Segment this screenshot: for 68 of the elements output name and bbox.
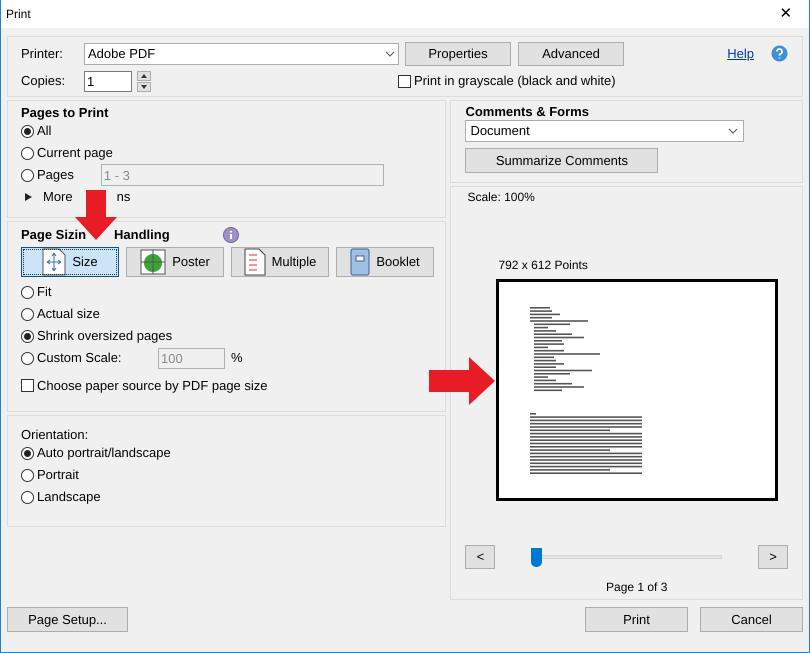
radio-label: Portrait: [37, 466, 79, 484]
page-indicator: Page 1 of 3: [606, 579, 668, 596]
radio-button[interactable]: [21, 146, 34, 160]
chevron-down-icon: [728, 128, 738, 134]
scale-label: Scale: 100%: [467, 189, 536, 206]
section-title: Comments & Forms: [465, 103, 590, 120]
right-arrow-icon: [429, 357, 495, 405]
window-title: Print: [6, 6, 31, 23]
radio-button[interactable]: [21, 468, 34, 482]
radio-label: Fit: [37, 283, 52, 302]
copies-label: Copies:: [21, 72, 66, 90]
slider-thumb[interactable]: [531, 548, 542, 566]
page-slider[interactable]: [531, 548, 722, 566]
comments-dropdown[interactable]: Document: [465, 120, 744, 142]
radio-button[interactable]: [21, 124, 34, 138]
section-title: Orientation:: [21, 426, 90, 442]
radio-button[interactable]: [21, 330, 34, 342]
radio-button[interactable]: [21, 308, 34, 320]
help-link[interactable]: Help: [727, 44, 754, 64]
toolbar-button[interactable]: Advanced: [518, 42, 624, 66]
radio-label: Shrink oversized pages: [37, 327, 172, 346]
next-page-button[interactable]: >: [758, 545, 788, 569]
mode-button[interactable]: Size: [21, 247, 119, 277]
more-options-toggle[interactable]: More: [43, 187, 73, 207]
copies-spinner[interactable]: [137, 70, 151, 92]
radio-label: Actual size: [37, 305, 100, 324]
radio-button[interactable]: [21, 168, 34, 182]
radio-label: Auto portrait/landscape: [37, 444, 171, 462]
print-button[interactable]: Print: [585, 607, 688, 632]
printer-dropdown[interactable]: Adobe PDF: [84, 42, 399, 64]
mode-button[interactable]: Poster: [126, 247, 224, 277]
info-icon: [222, 227, 239, 243]
section-title: Handling: [114, 226, 170, 244]
radio-label: Custom Scale:: [37, 349, 122, 368]
close-button[interactable]: ✕: [763, 0, 809, 28]
copies-field[interactable]: 1: [84, 70, 132, 92]
paper-source-label: Choose paper source by PDF page size: [37, 377, 268, 395]
radio-button[interactable]: [21, 490, 34, 504]
more-options-toggle[interactable]: ns: [116, 187, 130, 207]
previous-page-button[interactable]: <: [465, 545, 496, 569]
radio-label: All: [37, 122, 52, 140]
mode-button[interactable]: Multiple: [231, 247, 329, 277]
radio-button[interactable]: [21, 352, 34, 364]
help-icon: [771, 45, 788, 62]
radio-label: Landscape: [37, 488, 101, 506]
printer-label: Printer:: [21, 44, 64, 63]
checkbox[interactable]: [21, 379, 34, 392]
radio-label: Pages: [37, 166, 74, 184]
summarize-button[interactable]: Summarize Comments: [465, 148, 658, 173]
poster-tiles-icon: [140, 249, 166, 275]
radio-button[interactable]: [21, 446, 34, 460]
percent-label: %: [231, 349, 243, 368]
cancel-button[interactable]: Cancel: [700, 607, 803, 632]
radio-label: Current page: [37, 144, 113, 162]
radio-button[interactable]: [21, 286, 34, 298]
page-size-label: 792 x 612 Points: [498, 257, 589, 274]
chevron-down-icon: [385, 50, 395, 56]
mode-button[interactable]: Booklet: [336, 247, 434, 277]
resize-arrows-icon: [42, 248, 66, 276]
grayscale-label: Print in grayscale (black and white): [414, 72, 616, 90]
section-title: Pages to Print: [21, 104, 110, 120]
page-setup-button[interactable]: Page Setup...: [7, 607, 128, 632]
checkbox[interactable]: [398, 74, 411, 88]
toolbar-button[interactable]: Properties: [405, 42, 511, 66]
booklet-icon: [350, 248, 370, 276]
caret-right-icon[interactable]: [25, 193, 32, 201]
multiple-pages-icon: [244, 248, 266, 276]
section-title: Page Sizin: [21, 226, 86, 244]
